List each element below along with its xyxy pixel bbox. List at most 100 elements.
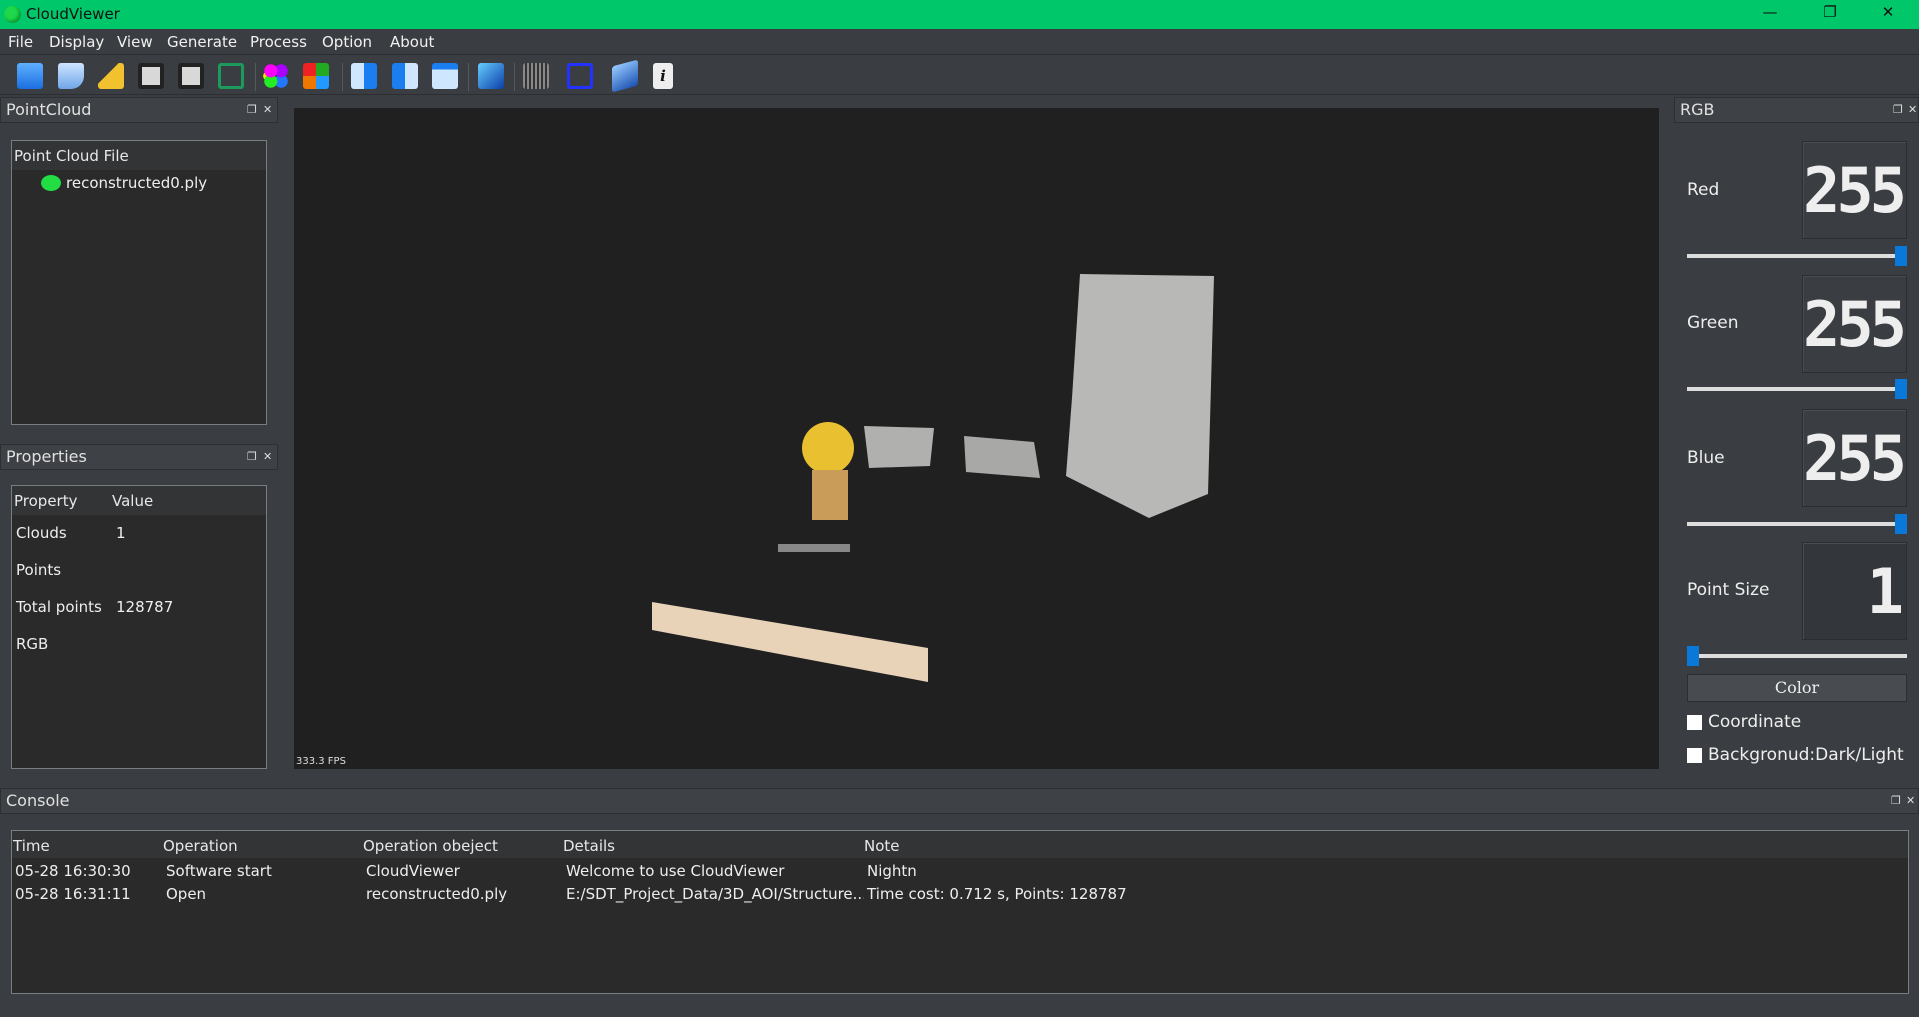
- view-top-icon[interactable]: [432, 63, 458, 89]
- menu-option[interactable]: Option: [322, 33, 372, 51]
- column-details: Details: [563, 837, 616, 855]
- point-cloud-patch: [864, 426, 934, 468]
- app-logo-icon: [4, 6, 21, 23]
- rgb-dock-title: RGB: [1680, 100, 1715, 119]
- 3d-viewport[interactable]: 333.3 FPS: [294, 108, 1659, 769]
- green-slider[interactable]: [1687, 379, 1907, 399]
- help-book-icon[interactable]: [612, 59, 638, 93]
- properties-dock-title: Properties: [6, 447, 87, 466]
- menu-process[interactable]: Process: [250, 33, 307, 51]
- background-checkbox[interactable]: [1687, 748, 1702, 763]
- cell-details: Welcome to use CloudViewer: [566, 862, 785, 880]
- console-dock-title: Console: [6, 791, 70, 810]
- table-row[interactable]: RGB: [12, 627, 266, 664]
- column-object: Operation obeject: [363, 837, 498, 855]
- crop-icon[interactable]: [218, 63, 244, 89]
- tree-item[interactable]: reconstructed0.ply: [12, 171, 266, 197]
- cell-operation: Open: [166, 885, 207, 903]
- menu-generate[interactable]: Generate: [167, 33, 237, 51]
- figure-head: [802, 422, 854, 474]
- blue-label: Blue: [1687, 448, 1725, 468]
- point-size-label: Point Size: [1687, 580, 1770, 600]
- close-icon[interactable]: ✕: [1906, 794, 1915, 807]
- menu-display[interactable]: Display: [49, 33, 104, 51]
- clear-broom-icon[interactable]: [98, 63, 124, 89]
- slider-handle[interactable]: [1687, 646, 1699, 666]
- properties-header: Property Value: [12, 486, 266, 516]
- table-row[interactable]: Clouds 1: [12, 516, 266, 553]
- table-row[interactable]: Total points 128787: [12, 590, 266, 627]
- float-icon[interactable]: ❐: [247, 450, 257, 463]
- float-icon[interactable]: ❐: [247, 103, 257, 116]
- cell-time: 05-28 16:30:30: [15, 862, 131, 880]
- properties-table: Property Value Clouds 1 Points Total poin…: [11, 485, 267, 769]
- title-bar: CloudViewer — ❐ ✕: [0, 0, 1919, 29]
- save-icon[interactable]: [138, 63, 164, 89]
- property-value: 128787: [116, 598, 174, 616]
- pointcloud-dock-title: PointCloud: [6, 100, 92, 119]
- cell-note: Time cost: 0.712 s, Points: 128787: [867, 885, 1127, 903]
- fps-counter: 333.3 FPS: [296, 756, 346, 767]
- save-as-icon[interactable]: [178, 63, 204, 89]
- toolbar-separator: [514, 63, 515, 91]
- menu-view[interactable]: View: [117, 33, 153, 51]
- cell-object: CloudViewer: [366, 862, 460, 880]
- console-dock-header: Console ❐ ✕: [0, 788, 1919, 814]
- table-row[interactable]: Points: [12, 553, 266, 590]
- close-icon[interactable]: ✕: [263, 450, 272, 463]
- console-header: Time Operation Operation obeject Details…: [12, 831, 1908, 859]
- menu-file[interactable]: File: [8, 33, 33, 51]
- open-file-icon[interactable]: [17, 63, 43, 89]
- coordinate-label: Coordinate: [1708, 712, 1802, 732]
- point-cloud-wall: [1066, 274, 1214, 518]
- window-title: CloudViewer: [26, 5, 120, 23]
- slider-handle[interactable]: [1895, 379, 1907, 399]
- console-row[interactable]: 05-28 16:31:11 Open reconstructed0.ply E…: [12, 885, 1908, 908]
- property-value: 1: [116, 524, 126, 542]
- slider-handle[interactable]: [1895, 514, 1907, 534]
- add-file-icon[interactable]: [58, 63, 84, 89]
- toolbar-separator: [468, 63, 469, 91]
- coordinate-checkbox[interactable]: [1687, 715, 1702, 730]
- slider-handle[interactable]: [1895, 246, 1907, 266]
- console-row[interactable]: 05-28 16:30:30 Software start CloudViewe…: [12, 862, 1908, 885]
- close-icon[interactable]: ✕: [263, 103, 272, 116]
- close-icon[interactable]: ✕: [1908, 103, 1917, 116]
- rgb-dock-header: RGB ❐ ✕: [1674, 97, 1919, 123]
- cell-operation: Software start: [166, 862, 272, 880]
- restore-button[interactable]: ❐: [1810, 3, 1850, 25]
- float-icon[interactable]: ❐: [1891, 794, 1901, 807]
- point-cloud-board: [652, 602, 928, 682]
- red-label: Red: [1687, 180, 1720, 200]
- file-name: reconstructed0.ply: [66, 174, 208, 192]
- column-value: Value: [112, 492, 154, 510]
- console-table: Time Operation Operation obeject Details…: [11, 830, 1909, 994]
- red-slider[interactable]: [1687, 246, 1907, 266]
- property-name: RGB: [16, 635, 49, 653]
- menu-about[interactable]: About: [390, 33, 434, 51]
- view-front-icon[interactable]: [351, 63, 377, 89]
- point-size-lcd: 1: [1802, 542, 1907, 640]
- float-icon[interactable]: ❐: [1893, 103, 1903, 116]
- pointcloud-tree: Point Cloud File reconstructed0.ply: [11, 140, 267, 425]
- bounding-box-icon[interactable]: [567, 63, 593, 89]
- point-cloud-patch: [964, 436, 1040, 478]
- property-name: Total points: [16, 598, 102, 616]
- toolbar: i: [0, 54, 1919, 95]
- view-iso-icon[interactable]: [478, 63, 504, 89]
- color-palette-icon[interactable]: [263, 63, 289, 89]
- mesh-grid-icon[interactable]: [523, 63, 549, 89]
- figure-base: [778, 544, 850, 552]
- minimize-button[interactable]: —: [1750, 3, 1790, 25]
- point-size-slider[interactable]: [1687, 646, 1907, 666]
- color-fill-icon[interactable]: [303, 63, 329, 89]
- color-button[interactable]: Color: [1687, 674, 1907, 702]
- close-button[interactable]: ✕: [1868, 3, 1908, 25]
- pointcloud-dock-header: PointCloud ❐ ✕: [0, 97, 278, 123]
- property-name: Points: [16, 561, 62, 579]
- green-label: Green: [1687, 313, 1739, 333]
- info-icon[interactable]: i: [653, 63, 673, 89]
- column-property: Property: [14, 492, 78, 510]
- blue-slider[interactable]: [1687, 514, 1907, 534]
- view-side-icon[interactable]: [392, 63, 418, 89]
